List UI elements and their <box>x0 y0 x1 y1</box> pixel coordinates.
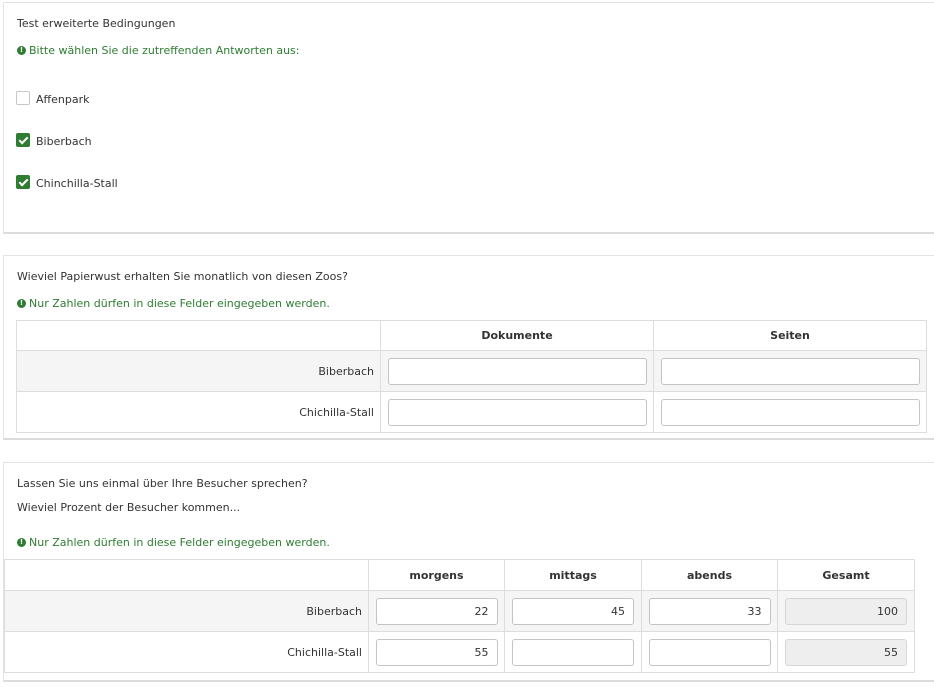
question-panel-3: Lassen Sie uns einmal über Ihre Besucher… <box>3 462 934 682</box>
row-label: Biberbach <box>4 590 369 632</box>
row-label: Biberbach <box>16 350 381 392</box>
empty-header <box>4 559 369 591</box>
array-table: morgens mittags abends Gesamt Biberbach … <box>4 559 915 673</box>
column-header: Gesamt <box>777 559 915 591</box>
question-text: Wieviel Papierwust erhalten Sie monatlic… <box>17 270 348 283</box>
option-label: Biberbach <box>36 134 92 148</box>
column-header: morgens <box>368 559 505 591</box>
checkbox-biberbach[interactable] <box>16 133 30 147</box>
option-chinchilla-stall[interactable]: Chinchilla-Stall <box>16 175 118 190</box>
input-biberbach-seiten[interactable] <box>660 357 920 385</box>
total-biberbach <box>785 597 907 625</box>
tip-text: Nur Zahlen dürfen in diese Felder eingeg… <box>29 297 330 310</box>
table-row: Biberbach <box>16 350 927 392</box>
header-row: Dokumente Seiten <box>16 320 927 351</box>
table-row: Biberbach <box>4 590 915 632</box>
question-text: Lassen Sie uns einmal über Ihre Besucher… <box>17 477 308 490</box>
header-row: morgens mittags abends Gesamt <box>4 559 915 591</box>
question-tip: ! Nur Zahlen dürfen in diese Felder eing… <box>17 297 330 310</box>
tip-text: Nur Zahlen dürfen in diese Felder eingeg… <box>29 536 330 549</box>
input-biberbach-dokumente[interactable] <box>387 357 647 385</box>
table-row: Chichilla-Stall <box>4 631 915 673</box>
question-tip: ! Bitte wählen Sie die zutreffenden Antw… <box>17 44 300 57</box>
input-chichilla-morgens[interactable] <box>375 638 498 666</box>
input-chichilla-seiten[interactable] <box>660 398 920 426</box>
input-chichilla-dokumente[interactable] <box>387 398 647 426</box>
column-header: Dokumente <box>380 320 654 351</box>
column-header: abends <box>641 559 778 591</box>
option-affenpark[interactable]: Affenpark <box>16 91 90 106</box>
option-label: Affenpark <box>36 92 90 106</box>
question-panel-2: Wieviel Papierwust erhalten Sie monatlic… <box>3 255 934 440</box>
exclamation-circle-icon: ! <box>17 299 26 308</box>
input-biberbach-abends[interactable] <box>648 597 771 625</box>
array-table: Dokumente Seiten Biberbach Chichilla-Sta… <box>16 320 927 433</box>
checkbox-affenpark[interactable] <box>16 91 30 105</box>
question-subtext: Wieviel Prozent der Besucher kommen... <box>17 501 241 514</box>
question-text: Test erweiterte Bedingungen <box>17 17 176 30</box>
input-biberbach-morgens[interactable] <box>375 597 498 625</box>
input-biberbach-mittags[interactable] <box>512 597 634 625</box>
exclamation-circle-icon: ! <box>17 46 26 55</box>
row-label: Chichilla-Stall <box>16 391 381 433</box>
row-label: Chichilla-Stall <box>4 631 369 673</box>
input-chichilla-mittags[interactable] <box>512 638 634 666</box>
empty-header <box>16 320 381 351</box>
total-chichilla <box>785 638 907 666</box>
input-chichilla-abends[interactable] <box>648 638 771 666</box>
option-biberbach[interactable]: Biberbach <box>16 133 92 148</box>
option-label: Chinchilla-Stall <box>36 176 118 190</box>
column-header: Seiten <box>653 320 927 351</box>
exclamation-circle-icon: ! <box>17 538 26 547</box>
tip-text: Bitte wählen Sie die zutreffenden Antwor… <box>29 44 300 57</box>
column-header: mittags <box>504 559 642 591</box>
table-row: Chichilla-Stall <box>16 391 927 433</box>
checkbox-chinchilla-stall[interactable] <box>16 175 30 189</box>
question-panel-1: Test erweiterte Bedingungen ! Bitte wähl… <box>3 2 934 234</box>
question-tip: ! Nur Zahlen dürfen in diese Felder eing… <box>17 536 330 549</box>
